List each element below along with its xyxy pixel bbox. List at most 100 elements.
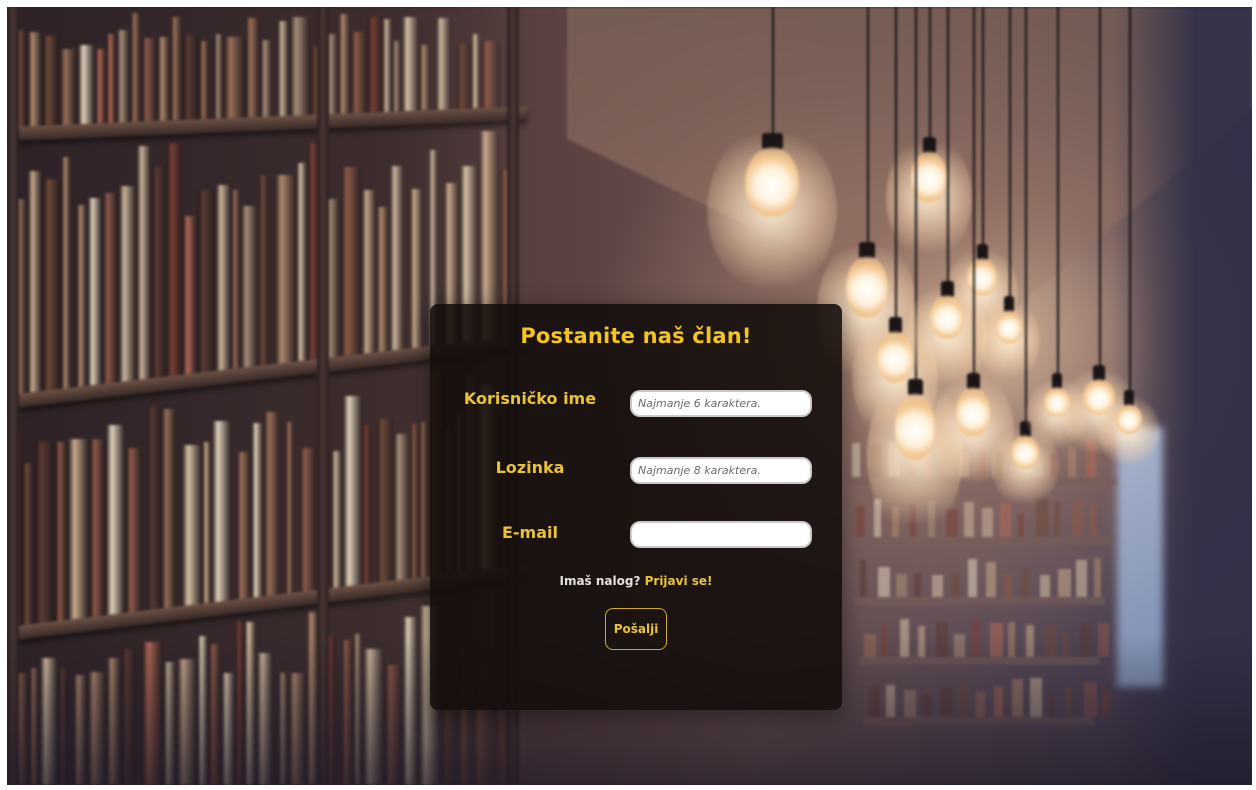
book-spine — [363, 425, 371, 585]
distant-shelf — [851, 537, 1111, 545]
book-spine — [183, 34, 199, 120]
distant-book — [1036, 498, 1049, 537]
book-spine — [68, 439, 89, 620]
book-spine — [390, 165, 404, 351]
book-spine — [275, 175, 296, 364]
distant-book — [1090, 501, 1097, 537]
book-spine — [241, 206, 258, 368]
book-spine — [35, 442, 55, 624]
book-spine — [215, 34, 223, 119]
book-spine — [377, 419, 393, 583]
book-spine — [394, 433, 410, 581]
book-spine — [339, 13, 350, 114]
distant-book — [982, 508, 993, 537]
book-spine — [377, 206, 389, 353]
book-spine — [78, 45, 95, 125]
book-spine — [351, 31, 367, 114]
distant-book — [986, 562, 996, 597]
book-spine — [252, 423, 263, 598]
book-spine — [481, 40, 500, 109]
book-spine — [472, 33, 480, 109]
book-spine — [261, 40, 272, 117]
book-spine — [23, 463, 34, 626]
lamp-wire — [895, 7, 897, 321]
book-spine — [212, 421, 231, 603]
distant-book — [968, 559, 977, 597]
book-spine — [216, 184, 231, 371]
distant-book — [1068, 446, 1076, 477]
book-spine — [457, 44, 471, 109]
app-window: Postanite naš član! Korisničko ime Lozin… — [7, 7, 1252, 785]
book-spine — [368, 16, 382, 113]
book-spine — [60, 48, 77, 125]
lamp-wire — [973, 7, 975, 377]
book-spine — [77, 204, 87, 387]
light-bulb — [745, 147, 799, 217]
lamp-wire — [929, 7, 931, 141]
distant-book — [964, 502, 974, 537]
distant-book — [1000, 503, 1011, 537]
username-input[interactable] — [630, 390, 812, 417]
book-spine — [126, 448, 142, 613]
light-bulb — [846, 256, 888, 318]
submit-button[interactable]: Pošalji — [605, 608, 667, 650]
book-spine — [182, 444, 202, 606]
book-spine — [362, 190, 376, 354]
book-spine — [343, 395, 362, 587]
book-spine — [119, 185, 136, 382]
login-prompt-row: Imaš nalog? Prijavi se! — [430, 574, 842, 588]
light-bulb — [1116, 404, 1142, 434]
book-spine — [117, 29, 130, 123]
email-input[interactable] — [630, 521, 812, 548]
book-spine — [158, 37, 170, 121]
distant-book — [1094, 558, 1101, 597]
distant-book — [860, 560, 866, 597]
book-spine — [103, 193, 118, 384]
book-spine — [96, 49, 106, 124]
distant-book — [856, 506, 865, 537]
login-prompt-text: Imaš nalog? — [559, 574, 641, 588]
light-bulb — [996, 310, 1022, 344]
lamp-wire — [867, 7, 869, 246]
light-bulb — [895, 393, 935, 461]
lamp-wire — [982, 7, 984, 248]
lamp-wire — [1057, 7, 1059, 377]
lamp-wire — [1025, 7, 1027, 425]
book-spine — [200, 41, 209, 120]
book-spine — [107, 34, 116, 123]
book-spine — [203, 441, 211, 604]
book-spine — [56, 442, 67, 622]
password-label: Lozinka — [495, 458, 565, 477]
distant-book — [932, 575, 943, 597]
book-spine — [341, 167, 361, 357]
book-spine — [148, 406, 161, 611]
book-spine — [246, 18, 260, 118]
registration-card: Postanite naš član! Korisničko ime Lozin… — [430, 304, 842, 710]
book-spine — [278, 20, 289, 117]
distant-book — [1040, 575, 1050, 597]
distant-book — [1054, 501, 1060, 537]
book-spine — [152, 167, 166, 379]
book-spine — [411, 424, 419, 579]
lamp-wire — [947, 7, 949, 285]
book-spine — [232, 189, 240, 369]
username-label: Korisničko ime — [463, 389, 597, 408]
distant-book — [1018, 514, 1024, 537]
lamp-wire — [1009, 7, 1011, 300]
book-spine — [259, 175, 269, 366]
distant-book — [1004, 573, 1012, 597]
lamp-wire — [772, 7, 774, 137]
book-spine — [183, 216, 197, 375]
book-spine — [402, 16, 419, 112]
book-spine — [264, 411, 280, 597]
book-spine — [88, 197, 102, 386]
login-link[interactable]: Prijavi se! — [645, 574, 713, 588]
light-bulb — [930, 295, 964, 339]
book-spine — [28, 32, 42, 127]
book-spine — [383, 19, 392, 112]
password-input[interactable] — [630, 457, 812, 484]
book-spine — [43, 178, 61, 391]
book-spine — [131, 13, 141, 123]
form-title: Postanite naš član! — [520, 324, 752, 348]
distant-book — [1058, 569, 1071, 597]
